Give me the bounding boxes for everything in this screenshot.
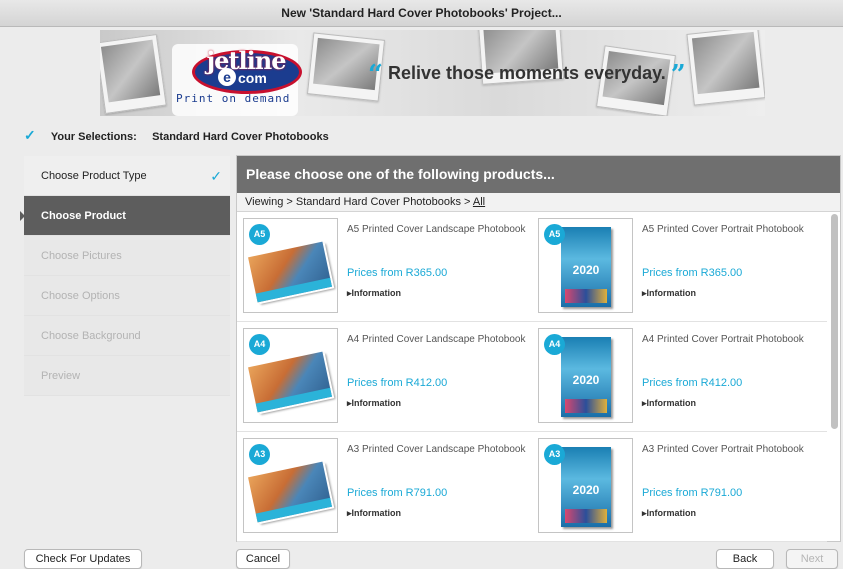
product-thumbnail[interactable]: A4 bbox=[243, 328, 338, 423]
product-thumbnail[interactable]: A3 bbox=[538, 438, 633, 533]
breadcrumb: Viewing > Standard Hard Cover Photobooks… bbox=[237, 193, 840, 212]
banner: jetline e com Print on demand “ Relive t… bbox=[100, 30, 765, 116]
back-button[interactable]: Back bbox=[716, 549, 774, 569]
next-button[interactable]: Next bbox=[786, 549, 838, 569]
quote-close-icon: ” bbox=[670, 60, 686, 90]
slogan-text: Relive those moments everyday. bbox=[387, 63, 666, 83]
checkmark-icon: ✓ bbox=[24, 127, 36, 143]
product-a5-landscape[interactable]: A5 A5 Printed Cover Landscape Photobook … bbox=[243, 218, 533, 314]
size-badge: A4 bbox=[249, 334, 270, 355]
size-badge: A5 bbox=[249, 224, 270, 245]
banner-photo bbox=[100, 34, 167, 114]
information-link[interactable]: ▸Information bbox=[347, 508, 401, 519]
logo-e: e bbox=[218, 68, 236, 86]
product-thumbnail[interactable]: A5 bbox=[538, 218, 633, 313]
product-name: A3 Printed Cover Landscape Photobook bbox=[347, 444, 526, 455]
step-choose-options: Choose Options bbox=[24, 276, 230, 316]
landscape-book-image bbox=[248, 351, 332, 413]
jetline-logo: jetline e com bbox=[172, 44, 302, 116]
product-name: A4 Printed Cover Portrait Photobook bbox=[642, 334, 804, 345]
product-a3-landscape[interactable]: A3 A3 Printed Cover Landscape Photobook … bbox=[243, 438, 533, 534]
product-price: Prices from R365.00 bbox=[642, 267, 743, 279]
banner-photo bbox=[686, 30, 765, 106]
product-price: Prices from R412.00 bbox=[642, 377, 743, 389]
breadcrumb-all-link[interactable]: All bbox=[473, 196, 485, 208]
step-choose-background: Choose Background bbox=[24, 316, 230, 356]
size-badge: A5 bbox=[544, 224, 565, 245]
information-link[interactable]: ▸Information bbox=[642, 288, 696, 299]
information-link[interactable]: ▸Information bbox=[642, 508, 696, 519]
landscape-book-image bbox=[248, 461, 332, 523]
step-choose-pictures: Choose Pictures bbox=[24, 236, 230, 276]
information-link[interactable]: ▸Information bbox=[642, 398, 696, 409]
your-selections: ✓ Your Selections: Standard Hard Cover P… bbox=[24, 126, 329, 144]
product-row: A3 A3 Printed Cover Landscape Photobook … bbox=[237, 432, 827, 542]
product-price: Prices from R791.00 bbox=[347, 487, 448, 499]
size-badge: A3 bbox=[544, 444, 565, 465]
portrait-book-image bbox=[561, 227, 611, 307]
step-choose-product[interactable]: Choose Product bbox=[20, 196, 230, 236]
product-name: A5 Printed Cover Portrait Photobook bbox=[642, 224, 804, 235]
size-badge: A4 bbox=[544, 334, 565, 355]
product-price: Prices from R412.00 bbox=[347, 377, 448, 389]
steps-sidebar: Choose Product Type ✓ Choose Product Cho… bbox=[20, 156, 230, 400]
information-link[interactable]: ▸Information bbox=[347, 398, 401, 409]
product-thumbnail[interactable]: A5 bbox=[243, 218, 338, 313]
slogan: “ Relive those moments everyday. ” bbox=[368, 60, 686, 90]
breadcrumb-path: Viewing > Standard Hard Cover Photobooks… bbox=[245, 196, 473, 208]
step-label: Choose Product Type bbox=[41, 170, 147, 182]
window-title: New 'Standard Hard Cover Photobooks' Pro… bbox=[0, 0, 843, 27]
product-name: A4 Printed Cover Landscape Photobook bbox=[347, 334, 526, 345]
step-label: Preview bbox=[41, 370, 81, 382]
landscape-book-image bbox=[248, 241, 332, 303]
selections-value: Standard Hard Cover Photobooks bbox=[152, 131, 329, 143]
portrait-book-image bbox=[561, 447, 611, 527]
portrait-book-image bbox=[561, 337, 611, 417]
vertical-scrollbar[interactable] bbox=[831, 214, 838, 429]
logo-tagline: Print on demand bbox=[176, 92, 291, 105]
product-a4-portrait[interactable]: A4 A4 Printed Cover Portrait Photobook P… bbox=[538, 328, 828, 424]
product-thumbnail[interactable]: A3 bbox=[243, 438, 338, 533]
product-thumbnail[interactable]: A4 bbox=[538, 328, 633, 423]
step-label: Choose Options bbox=[41, 290, 120, 302]
step-choose-product-type[interactable]: Choose Product Type ✓ bbox=[24, 156, 230, 196]
information-link[interactable]: ▸Information bbox=[347, 288, 401, 299]
selections-label: Your Selections: bbox=[50, 131, 137, 143]
checkmark-icon: ✓ bbox=[210, 168, 222, 184]
step-preview: Preview bbox=[24, 356, 230, 396]
panel-header: Please choose one of the following produ… bbox=[237, 156, 840, 193]
product-grid: A5 A5 Printed Cover Landscape Photobook … bbox=[237, 212, 827, 542]
step-label: Choose Product bbox=[41, 210, 126, 222]
size-badge: A3 bbox=[249, 444, 270, 465]
product-name: A3 Printed Cover Portrait Photobook bbox=[642, 444, 804, 455]
product-a4-landscape[interactable]: A4 A4 Printed Cover Landscape Photobook … bbox=[243, 328, 533, 424]
logo-com: com bbox=[238, 70, 267, 86]
product-panel: Please choose one of the following produ… bbox=[236, 155, 841, 542]
check-for-updates-button[interactable]: Check For Updates bbox=[24, 549, 142, 569]
step-label: Choose Background bbox=[41, 330, 141, 342]
product-name: A5 Printed Cover Landscape Photobook bbox=[347, 224, 526, 235]
product-row: A4 A4 Printed Cover Landscape Photobook … bbox=[237, 322, 827, 432]
cancel-button[interactable]: Cancel bbox=[236, 549, 290, 569]
product-price: Prices from R791.00 bbox=[642, 487, 743, 499]
product-row: A5 A5 Printed Cover Landscape Photobook … bbox=[237, 212, 827, 322]
quote-open-icon: “ bbox=[368, 60, 383, 90]
product-a5-portrait[interactable]: A5 A5 Printed Cover Portrait Photobook P… bbox=[538, 218, 828, 314]
product-price: Prices from R365.00 bbox=[347, 267, 448, 279]
step-label: Choose Pictures bbox=[41, 250, 122, 262]
product-a3-portrait[interactable]: A3 A3 Printed Cover Portrait Photobook P… bbox=[538, 438, 828, 534]
